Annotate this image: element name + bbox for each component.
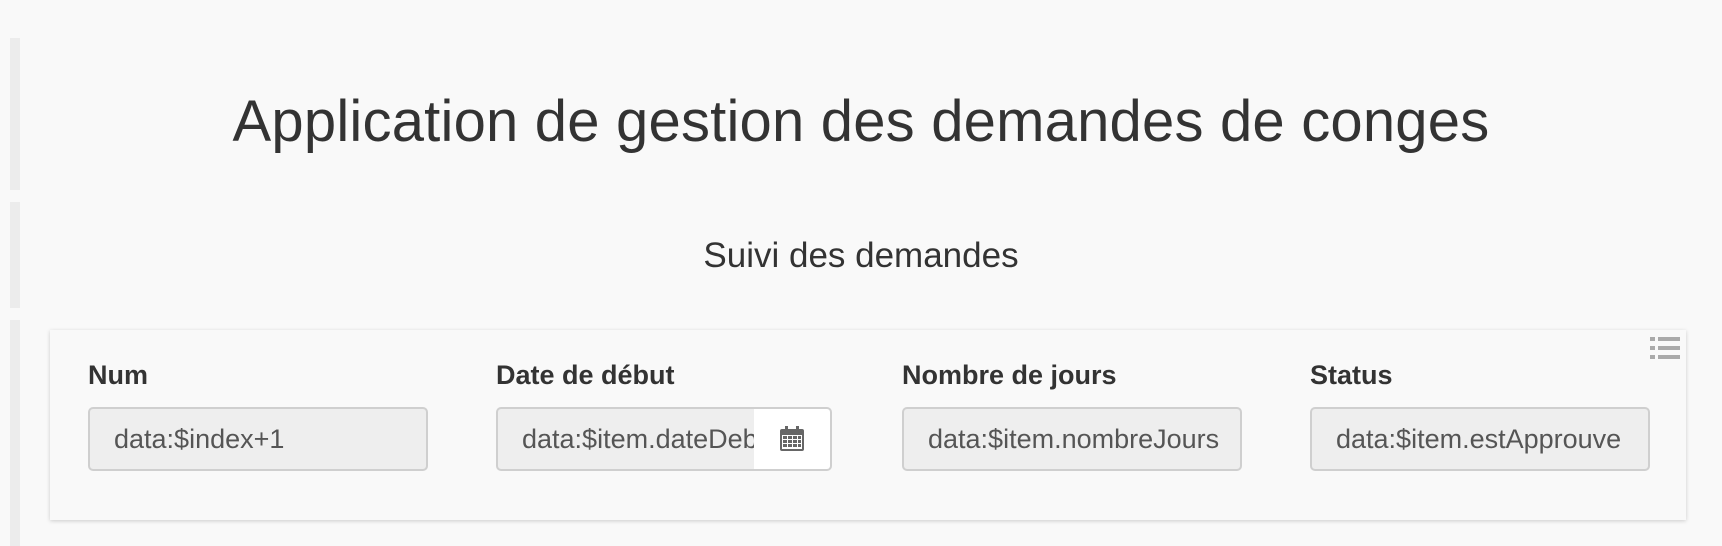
days-count-label: Nombre de jours	[902, 360, 1117, 390]
start-date-group: data:$item.dateDebut	[496, 407, 832, 471]
num-label: Num	[88, 360, 148, 390]
page-title: Application de gestion des demandes de c…	[232, 89, 1490, 154]
section-subtitle: Suivi des demandes	[703, 236, 1019, 275]
calendar-button[interactable]	[754, 407, 832, 471]
days-count-field[interactable]: data:$item.nombreJours	[902, 407, 1242, 471]
status-label: Status	[1310, 360, 1393, 390]
section-indicator	[10, 320, 20, 546]
num-field[interactable]: data:$index+1	[88, 407, 428, 471]
status-field[interactable]: data:$item.estApprouve	[1310, 407, 1650, 471]
start-date-label: Date de début	[496, 360, 675, 390]
calendar-icon	[780, 426, 804, 451]
requests-table-panel: Num data:$index+1 Date de début data:$it…	[50, 330, 1686, 520]
start-date-field[interactable]: data:$item.dateDebut	[496, 407, 756, 471]
list-icon[interactable]	[1650, 336, 1680, 360]
